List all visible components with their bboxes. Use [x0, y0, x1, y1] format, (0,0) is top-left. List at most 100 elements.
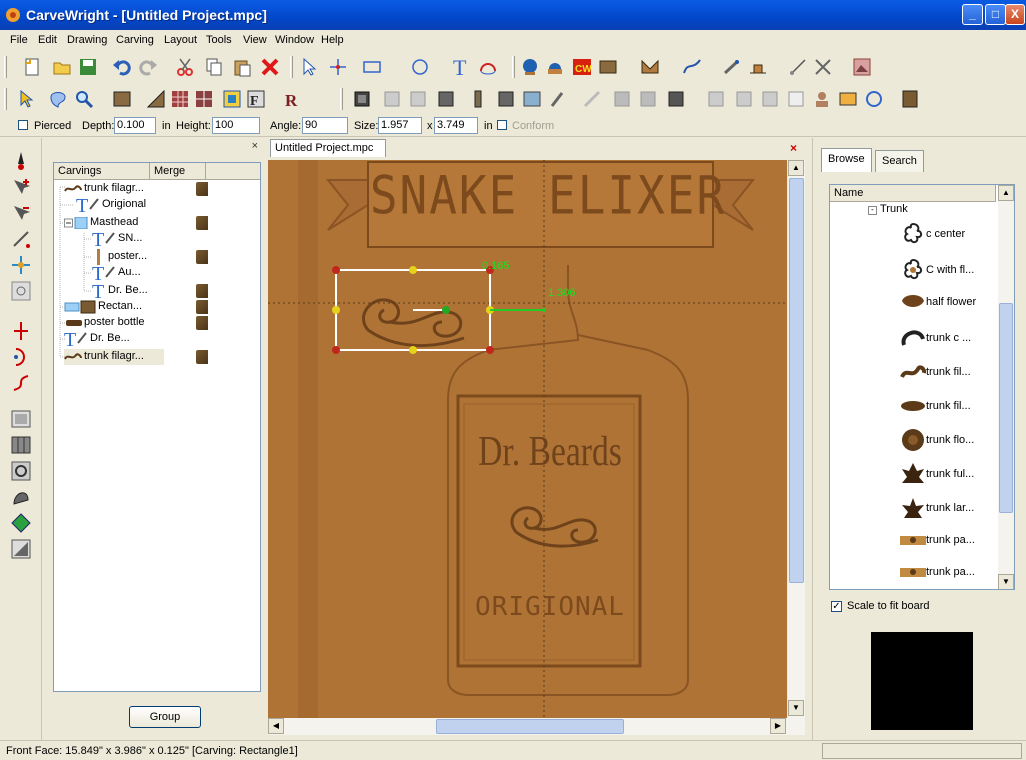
ring-icon[interactable]: [10, 460, 32, 482]
undo-icon[interactable]: [112, 57, 132, 77]
line-node-icon[interactable]: [10, 320, 32, 342]
scroll-right-button[interactable]: ▶: [770, 718, 786, 734]
grid-icon[interactable]: [170, 89, 190, 109]
ellipse-tool-icon[interactable]: [410, 57, 430, 77]
tab-browse[interactable]: Browse: [821, 148, 872, 172]
fill-icon[interactable]: [612, 89, 632, 109]
pattern-icon[interactable]: [520, 57, 540, 77]
bust-icon[interactable]: [812, 89, 832, 109]
dim4-icon[interactable]: [786, 89, 806, 109]
toolbar-grip[interactable]: [340, 88, 343, 110]
merge-icon[interactable]: [196, 216, 208, 230]
size-width-field[interactable]: 1.957: [378, 117, 422, 134]
cw-icon[interactable]: CW: [572, 57, 592, 77]
emboss-icon[interactable]: [638, 89, 658, 109]
pattern-grid-icon[interactable]: [222, 89, 242, 109]
conform-checkbox[interactable]: [497, 120, 507, 130]
select-arrow-icon[interactable]: [300, 57, 320, 77]
board-view-icon[interactable]: [112, 89, 132, 109]
menu-tools[interactable]: Tools: [206, 34, 232, 46]
menu-window[interactable]: Window: [275, 34, 314, 46]
point-draw-icon[interactable]: [328, 57, 348, 77]
scroll-down-button[interactable]: ▼: [788, 700, 804, 716]
copy-icon[interactable]: [204, 57, 224, 77]
merge-icon[interactable]: [196, 182, 208, 196]
merge-icon[interactable]: [196, 250, 208, 264]
vertical-scrollbar[interactable]: ▲ ▼: [788, 160, 805, 718]
size-height-field[interactable]: 3.749: [434, 117, 478, 134]
dim1-icon[interactable]: [706, 89, 726, 109]
tile-icon[interactable]: [194, 89, 214, 109]
library-icon[interactable]: [545, 57, 565, 77]
spline-node-icon[interactable]: [10, 372, 32, 394]
board-canvas[interactable]: SNAKE ELIXER Dr. Beards ORIGIONAL 0.165 …: [268, 160, 787, 718]
folder-trunk[interactable]: - Trunk: [868, 203, 908, 215]
toolbar-grip[interactable]: [290, 56, 293, 78]
redo-icon[interactable]: [138, 57, 158, 77]
merge-icon[interactable]: [196, 300, 208, 314]
merge-icon[interactable]: [196, 350, 208, 364]
brush-icon[interactable]: [548, 89, 568, 109]
list-scroll-thumb[interactable]: [999, 303, 1013, 513]
image-icon[interactable]: [852, 57, 872, 77]
rectangle-tool-icon[interactable]: [362, 57, 382, 77]
height-field[interactable]: 100: [212, 117, 260, 134]
merge-icon[interactable]: [196, 316, 208, 330]
tab-untitled-project[interactable]: Untitled Project.mpc: [270, 139, 386, 157]
route-icon[interactable]: [722, 57, 742, 77]
knife-icon[interactable]: [582, 89, 602, 109]
bevel-icon[interactable]: [352, 89, 372, 109]
board-icon[interactable]: [598, 57, 618, 77]
menu-view[interactable]: View: [243, 34, 267, 46]
add-node-icon[interactable]: [10, 176, 32, 198]
menu-help[interactable]: Help: [321, 34, 344, 46]
font-tool-icon[interactable]: F: [246, 89, 266, 109]
maximize-button[interactable]: □: [985, 4, 1006, 25]
list-scroll-down[interactable]: ▼: [998, 574, 1014, 589]
list-scroll-up[interactable]: ▲: [998, 185, 1014, 201]
group-button[interactable]: Group: [129, 706, 201, 728]
pierced-checkbox[interactable]: [18, 120, 28, 130]
raise-region-icon[interactable]: [10, 408, 32, 430]
ramp-icon[interactable]: [146, 89, 166, 109]
curve-node-icon[interactable]: [10, 228, 32, 250]
new-file-icon[interactable]: [22, 57, 42, 77]
menu-file[interactable]: File: [10, 34, 28, 46]
tab-search[interactable]: Search: [875, 150, 924, 172]
measure-icon[interactable]: [788, 57, 808, 77]
paste-icon[interactable]: [232, 57, 252, 77]
cross-node-icon[interactable]: [10, 254, 32, 276]
chisel-icon[interactable]: [436, 89, 456, 109]
menu-edit[interactable]: Edit: [38, 34, 57, 46]
vbit-icon[interactable]: [640, 57, 660, 77]
merge-icon[interactable]: [196, 284, 208, 298]
dim2-icon[interactable]: [734, 89, 754, 109]
column-tool-icon[interactable]: [900, 89, 920, 109]
cut-icon[interactable]: [175, 57, 195, 77]
save-icon[interactable]: [78, 57, 98, 77]
depth-icon[interactable]: [666, 89, 686, 109]
horizontal-scroll-thumb[interactable]: [436, 719, 624, 734]
zoom-icon[interactable]: [74, 89, 94, 109]
menu-carving[interactable]: Carving: [116, 34, 154, 46]
column-name[interactable]: Name: [830, 185, 996, 202]
pen-tool-icon[interactable]: [10, 150, 32, 172]
scroll-up-button[interactable]: ▲: [788, 160, 804, 176]
column-icon[interactable]: [468, 89, 488, 109]
round-icon[interactable]: [408, 89, 428, 109]
freeform-icon[interactable]: [10, 486, 32, 508]
menu-drawing[interactable]: Drawing: [67, 34, 107, 46]
angle-field[interactable]: 90: [302, 117, 348, 134]
texture-map-icon[interactable]: [10, 512, 32, 534]
remove-node-icon[interactable]: [10, 202, 32, 224]
swirl-icon[interactable]: [864, 89, 884, 109]
scroll-left-button[interactable]: ◀: [268, 718, 284, 734]
text-tool-icon[interactable]: T: [450, 57, 470, 77]
cut-out-icon[interactable]: [748, 57, 768, 77]
toolbar-grip[interactable]: [4, 88, 7, 110]
horizontal-scrollbar[interactable]: ◀ ▶: [268, 718, 805, 735]
select-carving-icon[interactable]: [18, 89, 38, 109]
tree-item[interactable]: T Au...: [92, 263, 254, 281]
scale-to-fit-checkbox[interactable]: ✓: [831, 601, 842, 612]
ramp-region-icon[interactable]: [10, 538, 32, 560]
